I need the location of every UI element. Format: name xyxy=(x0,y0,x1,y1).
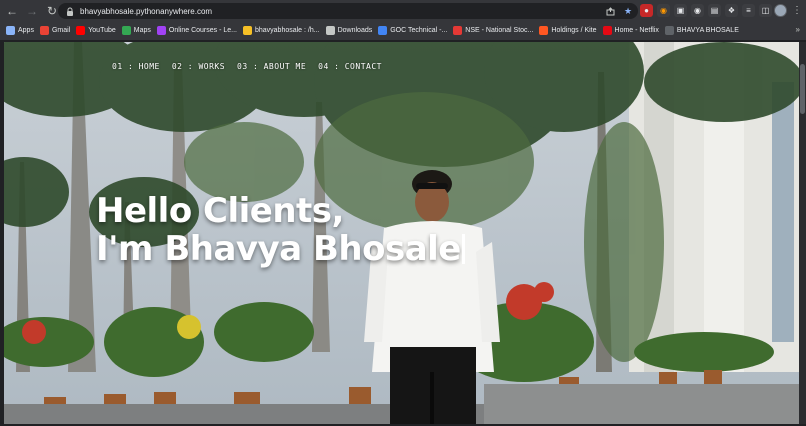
bookmark-label: NSE - National Stoc... xyxy=(465,26,534,34)
extension-red-icon[interactable]: ● xyxy=(640,4,653,17)
bookmark-label: Holdings / Kite xyxy=(551,26,597,34)
bookmark-item[interactable]: NSE - National Stoc... xyxy=(453,25,534,35)
bookmark-item[interactable]: Holdings / Kite xyxy=(539,25,597,35)
bookmark-label: Gmail xyxy=(51,26,71,34)
extension-orange-icon[interactable]: ◉ xyxy=(657,4,670,17)
url-text[interactable]: bhavyabhosale.pythonanywhere.com xyxy=(80,7,212,16)
bookmark-label: YouTube xyxy=(88,26,116,34)
bookmark-item[interactable]: bhavyabhosale : /h... xyxy=(242,25,320,35)
side-panel-icon[interactable]: ◫ xyxy=(759,4,772,17)
bookmark-label: Downloads xyxy=(337,26,373,34)
url-domain: bhavyabhosale.pythonanywhere.com xyxy=(80,6,213,16)
extensions-puzzle-icon[interactable]: ❖ xyxy=(725,4,738,17)
scrollbar[interactable] xyxy=(799,42,806,424)
nav-link-3[interactable]: 03 : ABOUT ME xyxy=(237,62,306,71)
hero-heading: Hello Clients, I'm Bhavya Bhosale xyxy=(96,192,465,268)
nse-icon xyxy=(453,25,463,35)
bookmark-item[interactable]: Gmail xyxy=(39,25,71,35)
bookmark-item[interactable]: GOC Technical -... xyxy=(378,25,448,35)
bookmarks-overflow-icon[interactable]: » xyxy=(796,25,800,34)
bookmark-label: Home - Netflix xyxy=(614,26,659,34)
forward-arrow-icon[interactable]: → xyxy=(24,3,40,19)
browser-toolbar: ← → ↻ bhavyabhosale.pythonanywhere.com ★… xyxy=(0,0,806,22)
hero-line-greeting: Hello Clients, xyxy=(96,191,344,231)
hero-line-name: I'm Bhavya Bhosale xyxy=(96,230,465,268)
page-viewport: 01 : HOME 02 : WORKS 03 : ABOUT ME 04 : CON… xyxy=(4,42,799,424)
bookmark-label: GOC Technical -... xyxy=(390,26,448,34)
bookmark-item[interactable]: Home - Netflix xyxy=(602,25,659,35)
netflix-icon xyxy=(602,25,612,35)
menu-kebab-icon[interactable]: ⋮ xyxy=(792,4,802,17)
nav-link-2[interactable]: 02 : WORKS xyxy=(172,62,225,71)
bookmark-item[interactable]: YouTube xyxy=(76,25,116,35)
site-favicon-icon xyxy=(664,25,674,35)
extension-incognito-icon[interactable]: ◉ xyxy=(691,4,704,17)
hero-name-text: I'm Bhavya Bhosale xyxy=(96,229,461,269)
site-nav: 01 : HOME 02 : WORKS 03 : ABOUT ME 04 : CON… xyxy=(112,62,382,71)
goc-icon xyxy=(378,25,388,35)
bookmark-label: bhavyabhosale : /h... xyxy=(254,26,320,34)
apps-grid-icon xyxy=(6,25,15,35)
gmail-icon xyxy=(39,25,49,35)
bookmark-star-icon[interactable]: ★ xyxy=(622,5,634,17)
python-icon xyxy=(242,25,252,35)
reading-list-icon[interactable]: ≡ xyxy=(742,4,755,17)
extension-tab-icon[interactable]: ▣ xyxy=(674,4,687,17)
bookmark-label: BHAVYA BHOSALE xyxy=(676,26,739,34)
courses-icon xyxy=(156,25,166,35)
bookmark-item[interactable]: Maps xyxy=(121,25,151,35)
bookmark-label: Apps xyxy=(18,26,34,34)
scrollbar-thumb[interactable] xyxy=(800,64,805,114)
bookmark-item[interactable]: Downloads xyxy=(325,25,373,35)
browser-chrome: ← → ↻ bhavyabhosale.pythonanywhere.com ★… xyxy=(0,0,806,40)
back-arrow-icon[interactable]: ← xyxy=(4,3,20,19)
bookmark-label: Online Courses - Le... xyxy=(168,26,237,34)
bookmark-label: Maps xyxy=(133,26,151,34)
extensions-bar: ● ◉ ▣ ◉ ▤ ❖ ≡ ◫ xyxy=(640,4,772,17)
nav-link-4[interactable]: 04 : CONTACT xyxy=(318,62,382,71)
nav-link-1[interactable]: 01 : HOME xyxy=(112,62,160,71)
typing-caret xyxy=(461,234,465,264)
bookmarks-bar: Apps Gmail YouTube Maps Online Courses - Le.… xyxy=(0,22,806,38)
lock-icon[interactable] xyxy=(64,5,76,17)
maps-icon xyxy=(121,25,131,35)
share-icon[interactable] xyxy=(604,5,616,17)
address-bar[interactable]: bhavyabhosale.pythonanywhere.com ★ xyxy=(58,3,638,19)
bookmark-item[interactable]: Online Courses - Le... xyxy=(156,25,237,35)
download-icon xyxy=(325,25,335,35)
kite-icon xyxy=(539,25,549,35)
bookmark-item[interactable]: BHAVYA BHOSALE xyxy=(664,25,739,35)
bookmark-item[interactable]: Apps xyxy=(6,25,34,35)
profile-avatar[interactable] xyxy=(774,4,787,17)
extension-doc-icon[interactable]: ▤ xyxy=(708,4,721,17)
youtube-icon xyxy=(76,25,86,35)
